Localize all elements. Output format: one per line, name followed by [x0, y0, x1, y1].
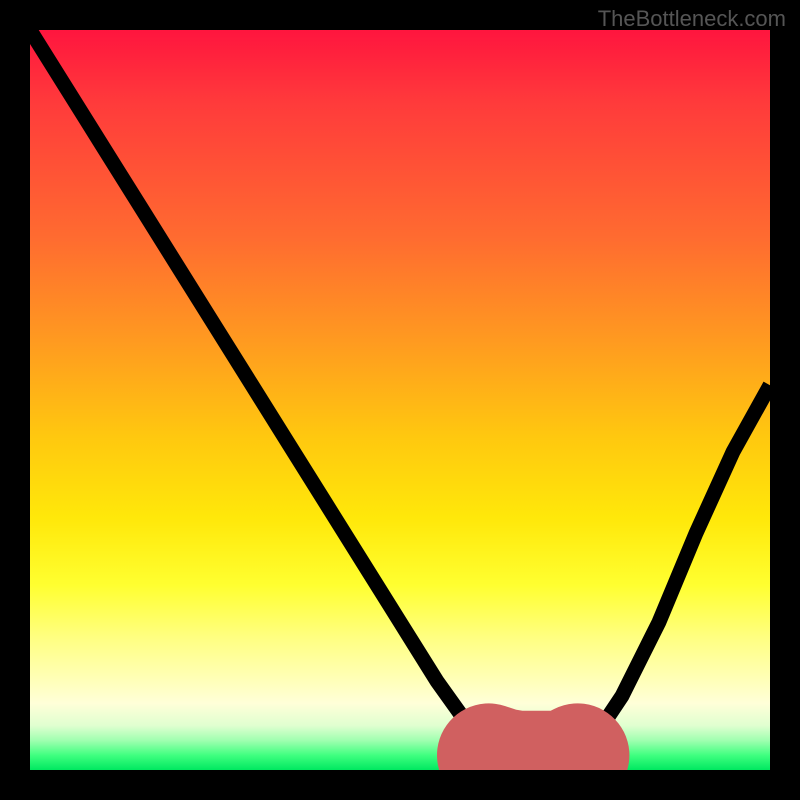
- bottleneck-curve: [30, 30, 770, 763]
- plot-area: [30, 30, 770, 770]
- optimal-marker-dot: [591, 720, 609, 738]
- optimal-range-highlight: [489, 755, 578, 762]
- watermark-text: TheBottleneck.com: [598, 6, 786, 32]
- bottleneck-plot-svg: [30, 30, 770, 770]
